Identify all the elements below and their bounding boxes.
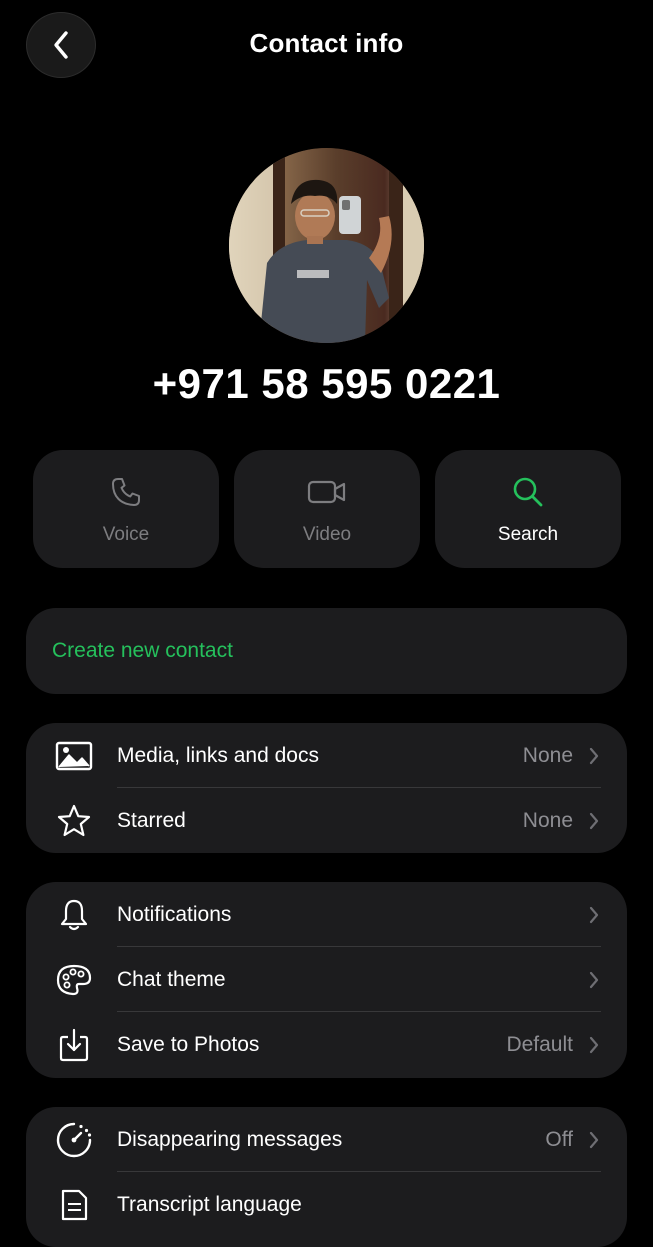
action-buttons: Voice Video Search [33,450,621,568]
page-title: Contact info [249,28,404,58]
search-button[interactable]: Search [435,450,621,568]
row-value: None [522,808,573,832]
row-label: Chat theme [117,967,226,991]
chevron-right-icon [589,747,599,764]
download-icon [59,1028,89,1061]
media-section: Media, links and docs None Starred None [26,723,627,853]
row-label: Starred [117,808,186,832]
settings-section: Notifications Chat theme Save to Photos … [26,882,627,1078]
row-media-links-docs[interactable]: Media, links and docs None [26,723,627,788]
voice-call-button[interactable]: Voice [33,450,219,568]
chevron-right-icon [589,1131,599,1148]
chevron-right-icon [589,906,599,923]
row-transcript-language[interactable]: Transcript language [26,1172,627,1237]
row-value: Off [545,1127,573,1151]
search-label: Search [497,524,559,545]
profile-photo [229,148,424,343]
row-value: None [522,743,573,767]
video-call-button[interactable]: Video [234,450,420,568]
create-new-contact-button[interactable]: Create new contact [26,608,627,694]
create-new-contact-label: Create new contact [52,639,233,662]
privacy-section: Disappearing messages Off Transcript lan… [26,1107,627,1247]
image-icon [55,741,93,770]
star-icon [57,804,91,836]
row-label: Notifications [117,902,232,926]
palette-icon [56,964,92,995]
row-disappearing-messages[interactable]: Disappearing messages Off [26,1107,627,1172]
avatar[interactable] [229,148,424,343]
chevron-right-icon [589,971,599,988]
search-icon [513,477,543,507]
row-value: Default [506,1032,573,1056]
phone-icon [112,478,140,506]
row-notifications[interactable]: Notifications [26,882,627,947]
video-camera-icon [307,480,346,504]
header: Contact info [0,0,653,92]
row-starred[interactable]: Starred None [26,788,627,853]
bell-icon [60,899,88,930]
timer-icon [56,1122,92,1157]
row-chat-theme[interactable]: Chat theme [26,947,627,1012]
contact-phone-number: +971 58 595 0221 [152,360,501,407]
voice-label: Voice [102,524,150,545]
row-label: Transcript language [117,1192,302,1216]
chevron-right-icon [589,1036,599,1053]
row-save-to-photos[interactable]: Save to Photos Default [26,1012,627,1077]
chevron-right-icon [589,812,599,829]
row-label: Media, links and docs [117,743,319,767]
row-label: Disappearing messages [117,1127,343,1151]
row-label: Save to Photos [117,1032,260,1056]
transcript-icon [61,1189,88,1220]
video-label: Video [302,524,352,545]
